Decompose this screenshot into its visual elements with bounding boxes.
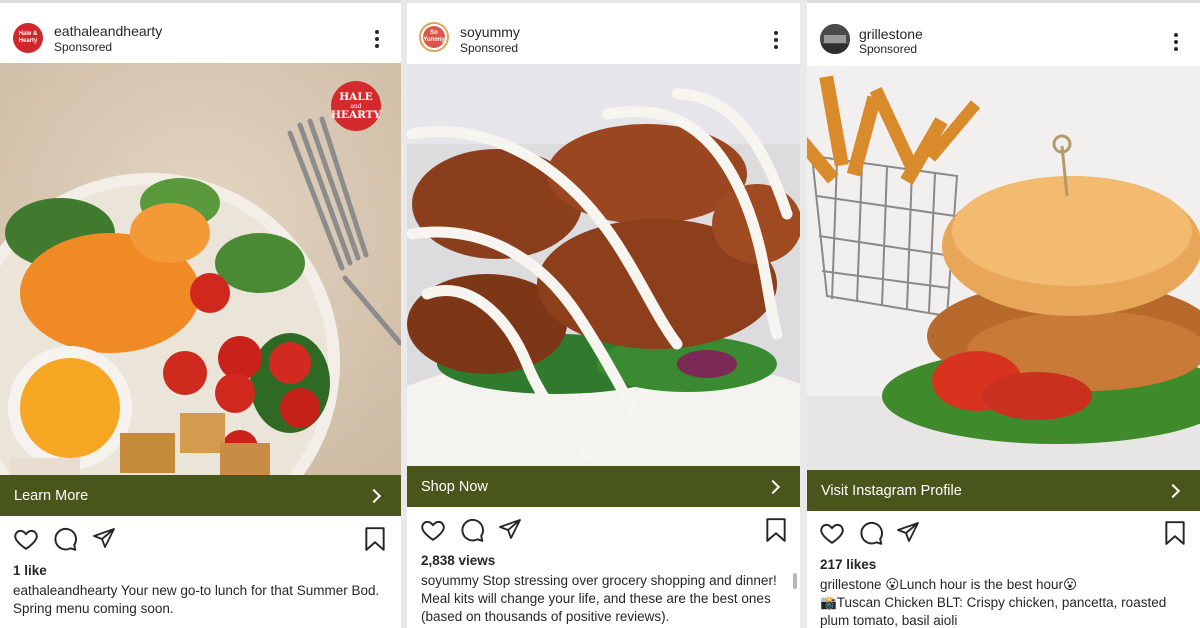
avatar[interactable]: Hale & Hearty	[13, 23, 43, 53]
caption-text: 😮Lunch hour is the best hour😮	[881, 577, 1078, 592]
comment-icon[interactable]	[858, 520, 884, 546]
post-image[interactable]	[407, 64, 800, 466]
more-options-icon[interactable]	[375, 30, 379, 51]
post-card-grillestone: grillestone Sponsored Visit Instagram Pr…	[807, 0, 1200, 628]
share-icon[interactable]	[92, 526, 116, 550]
chevron-right-icon	[765, 479, 781, 494]
chevron-right-icon	[1165, 483, 1181, 498]
avatar[interactable]: So Yummy	[419, 22, 449, 52]
username[interactable]: eathaleandhearty	[54, 23, 162, 39]
action-bar	[0, 526, 401, 554]
grillestone-logo-icon	[820, 24, 850, 54]
more-options-icon[interactable]	[774, 31, 778, 52]
comment-icon[interactable]	[459, 517, 485, 543]
post-card-soyummy: So Yummy soyummy Sponsored Shop Now 2,83…	[407, 0, 800, 628]
chicken-rice-photo	[407, 64, 800, 466]
divider	[407, 0, 800, 3]
bookmark-icon[interactable]	[364, 526, 386, 552]
bookmark-icon[interactable]	[765, 517, 787, 543]
caption-text-line2: 📸Tuscan Chicken BLT: Crispy chicken, pan…	[820, 595, 1167, 628]
scrollbar[interactable]	[793, 573, 797, 589]
views-count[interactable]: 2,838 views	[421, 553, 495, 568]
share-icon[interactable]	[498, 517, 522, 541]
cta-label: Visit Instagram Profile	[821, 482, 962, 499]
visit-profile-button[interactable]: Visit Instagram Profile	[807, 470, 1200, 511]
share-icon[interactable]	[896, 520, 920, 544]
caption-username[interactable]: grillestone	[820, 577, 882, 592]
chevron-right-icon	[366, 488, 382, 503]
cta-label: Learn More	[14, 487, 89, 504]
avatar-label: Hale & Hearty	[18, 31, 38, 44]
bookmark-icon[interactable]	[1164, 520, 1186, 546]
learn-more-button[interactable]: Learn More	[0, 475, 401, 516]
cta-label: Shop Now	[421, 478, 488, 495]
heart-icon[interactable]	[819, 520, 845, 546]
post-caption: soyummy Stop stressing over grocery shop…	[421, 572, 791, 626]
comment-icon[interactable]	[52, 526, 78, 552]
avatar[interactable]	[820, 24, 850, 54]
divider	[0, 0, 401, 3]
sponsored-label: Sponsored	[460, 41, 519, 55]
post-card-eathaleandhearty: Hale & Hearty eathaleandhearty Sponsored	[0, 0, 401, 628]
divider	[807, 0, 1200, 3]
likes-count[interactable]: 217 likes	[820, 557, 876, 572]
shop-now-button[interactable]: Shop Now	[407, 466, 800, 507]
chicken-sandwich-photo	[807, 66, 1200, 470]
caption-username[interactable]: eathaleandhearty	[13, 583, 117, 598]
sponsored-label: Sponsored	[54, 40, 113, 54]
post-image[interactable]: HALE and HEARTY	[0, 63, 401, 475]
post-caption: eathaleandhearty Your new go-to lunch fo…	[13, 582, 398, 618]
caption-username[interactable]: soyummy	[421, 573, 479, 588]
username[interactable]: soyummy	[460, 24, 520, 40]
hale-and-hearty-logo: HALE and HEARTY	[331, 81, 381, 131]
likes-count[interactable]: 1 like	[13, 563, 47, 578]
post-image[interactable]	[807, 66, 1200, 470]
post-caption: grillestone 😮Lunch hour is the best hour…	[820, 576, 1195, 628]
post-header: So Yummy soyummy Sponsored	[407, 8, 800, 60]
heart-icon[interactable]	[420, 517, 446, 543]
sponsored-label: Sponsored	[859, 42, 918, 56]
post-header: grillestone Sponsored	[807, 10, 1200, 62]
action-bar	[807, 520, 1200, 548]
more-options-icon[interactable]	[1174, 33, 1178, 54]
post-header: Hale & Hearty eathaleandhearty Sponsored	[0, 8, 401, 60]
action-bar	[407, 517, 800, 545]
heart-icon[interactable]	[13, 526, 39, 552]
username[interactable]: grillestone	[859, 26, 923, 42]
avatar-label: So Yummy	[423, 26, 445, 48]
